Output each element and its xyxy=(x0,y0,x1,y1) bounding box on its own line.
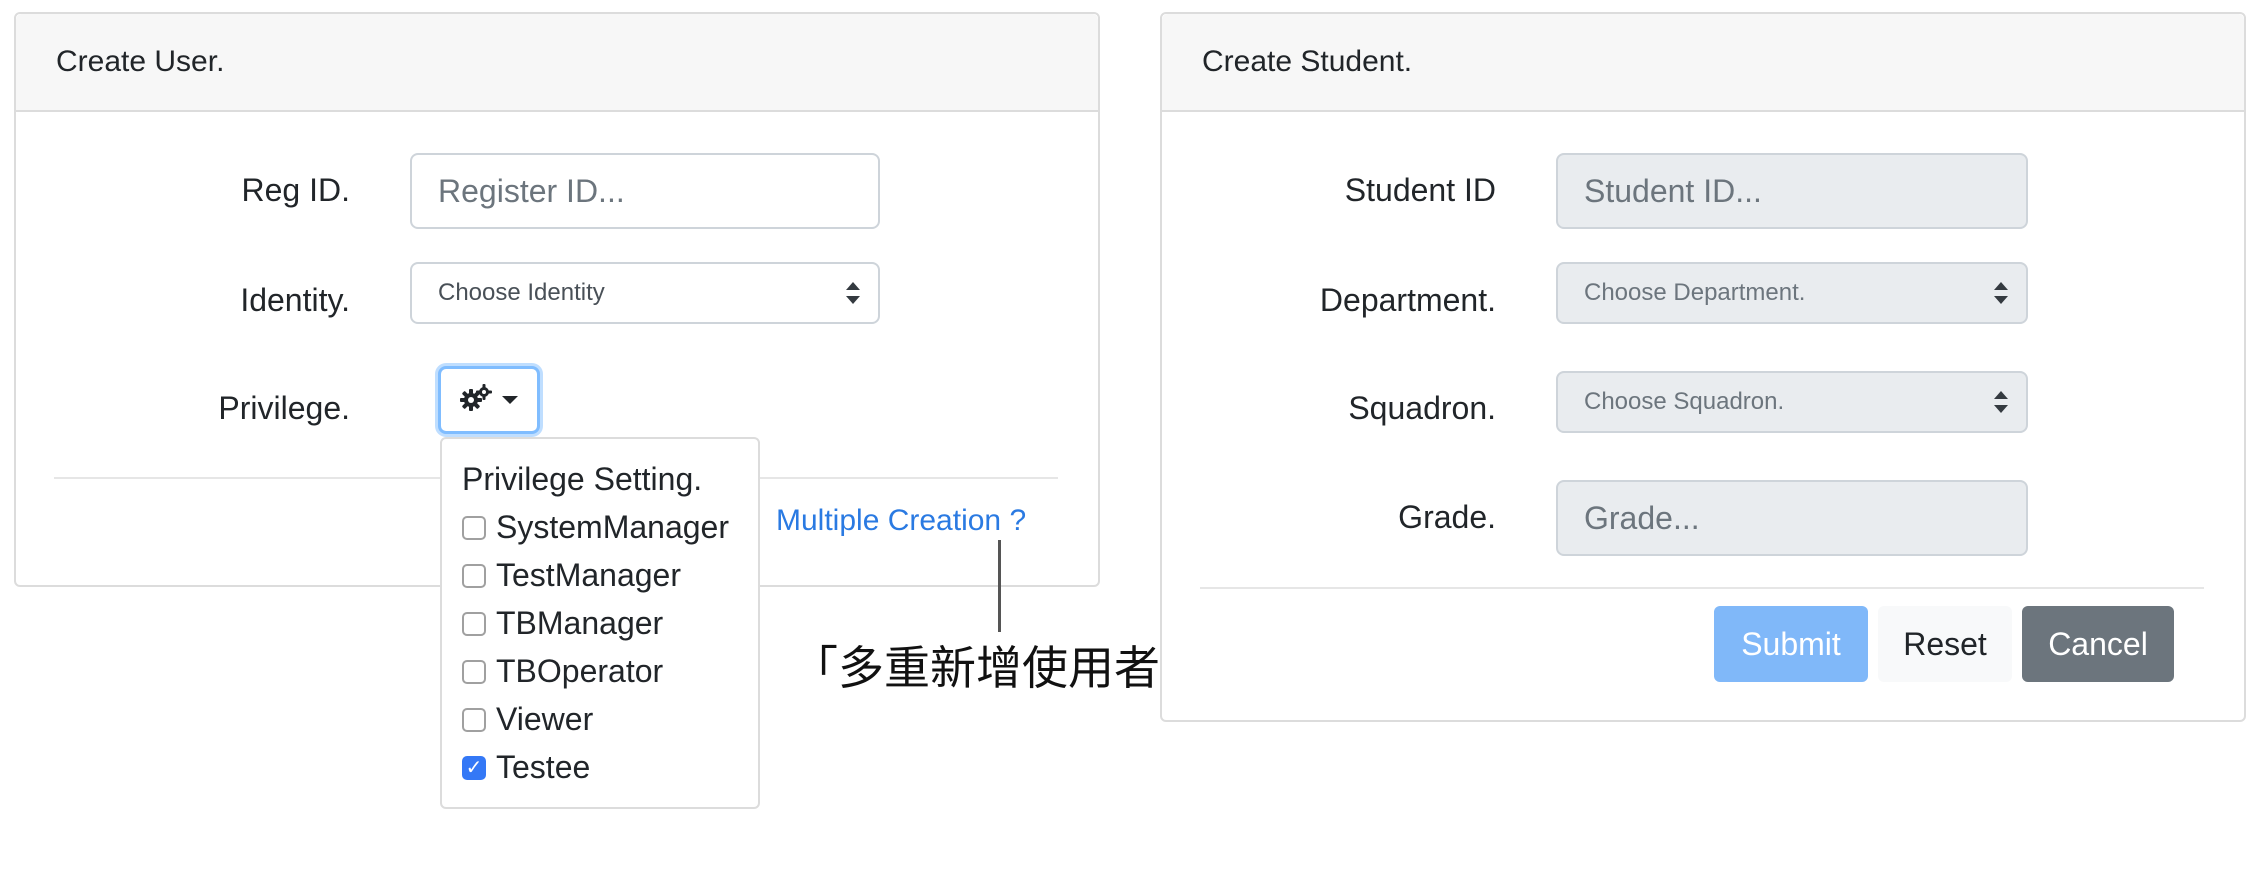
squadron-select[interactable]: Choose Squadron. xyxy=(1556,371,2028,433)
squadron-label: Squadron. xyxy=(1348,390,1496,426)
department-select[interactable]: Choose Department. xyxy=(1556,262,2028,324)
reg-id-input[interactable]: Register ID... xyxy=(410,153,880,229)
checkbox[interactable] xyxy=(462,563,486,588)
checkbox-checked[interactable]: ✓ xyxy=(462,755,486,780)
privilege-option-label: TBOperator xyxy=(496,653,664,689)
privilege-dropdown-button[interactable] xyxy=(438,366,540,434)
student-id-placeholder: Student ID... xyxy=(1584,172,1762,209)
callout-line xyxy=(998,540,1001,632)
identity-selected-value: Choose Identity xyxy=(438,279,605,306)
privilege-option-viewer[interactable]: Viewer xyxy=(462,701,593,738)
reg-id-placeholder: Register ID... xyxy=(438,172,625,209)
privilege-option-tbmanager[interactable]: TBManager xyxy=(462,605,663,642)
create-user-title: Create User. xyxy=(56,45,225,78)
create-student-header: Create Student. xyxy=(1162,14,2244,112)
privilege-option-label: TestManager xyxy=(496,557,681,593)
checkbox[interactable] xyxy=(462,611,486,636)
create-student-divider xyxy=(1200,587,2204,589)
grade-label: Grade. xyxy=(1398,499,1496,535)
annotation-text: 「多重新增使用者」 xyxy=(792,641,1206,695)
select-arrows-icon xyxy=(1994,282,2008,304)
department-selected-value: Choose Department. xyxy=(1584,279,1806,306)
grade-placeholder: Grade... xyxy=(1584,499,1700,536)
create-user-header: Create User. xyxy=(16,14,1098,112)
privilege-option-testee[interactable]: ✓ Testee xyxy=(462,749,590,786)
checkmark-icon: ✓ xyxy=(465,756,483,779)
cancel-button[interactable]: Cancel xyxy=(2022,606,2174,682)
checkbox[interactable] xyxy=(462,707,486,732)
select-arrows-icon xyxy=(846,282,860,304)
privilege-option-testmanager[interactable]: TestManager xyxy=(462,557,681,594)
create-student-title: Create Student. xyxy=(1202,45,1413,78)
identity-select[interactable]: Choose Identity xyxy=(410,262,880,324)
privilege-option-tboperator[interactable]: TBOperator xyxy=(462,653,663,690)
privilege-option-label: Testee xyxy=(496,749,591,785)
privilege-option-label: Viewer xyxy=(496,701,594,737)
student-id-label: Student ID xyxy=(1344,172,1496,208)
squadron-selected-value: Choose Squadron. xyxy=(1584,388,1785,415)
reg-id-label: Reg ID. xyxy=(241,172,350,208)
privilege-dropdown-menu: Privilege Setting. SystemManager TestMan… xyxy=(440,437,760,809)
student-id-input[interactable]: Student ID... xyxy=(1556,153,2028,229)
identity-label: Identity. xyxy=(240,282,350,318)
privilege-label: Privilege. xyxy=(218,390,350,426)
gears-icon xyxy=(460,383,492,417)
privilege-option-label: SystemManager xyxy=(496,509,729,545)
submit-button[interactable]: Submit xyxy=(1714,606,1868,682)
multiple-creation-link[interactable]: Multiple Creation ? xyxy=(776,504,1026,538)
caret-down-icon xyxy=(502,396,518,404)
privilege-option-label: TBManager xyxy=(496,605,664,641)
privilege-option-systemmanager[interactable]: SystemManager xyxy=(462,509,729,546)
privilege-dropdown-title: Privilege Setting. xyxy=(462,461,703,497)
department-label: Department. xyxy=(1319,282,1496,318)
select-arrows-icon xyxy=(1994,391,2008,413)
checkbox[interactable] xyxy=(462,659,486,684)
grade-input[interactable]: Grade... xyxy=(1556,480,2028,556)
reset-button[interactable]: Reset xyxy=(1878,606,2012,682)
checkbox[interactable] xyxy=(462,515,486,540)
